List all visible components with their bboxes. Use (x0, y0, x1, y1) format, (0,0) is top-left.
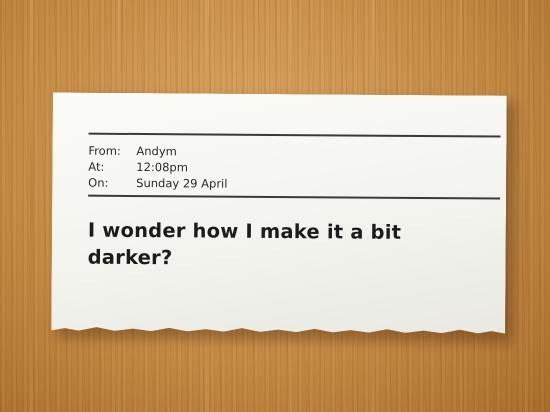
header-top-rule (89, 133, 501, 137)
at-row: At: 12:08pm (88, 159, 227, 176)
from-row: From: Andym (88, 143, 227, 160)
printed-message-slip: From: Andym At: 12:08pm On: Sunday 29 Ap… (51, 92, 507, 333)
on-value: Sunday 29 April (136, 176, 228, 191)
on-row: On: Sunday 29 April (88, 175, 227, 192)
message-metadata: From: Andym At: 12:08pm On: Sunday 29 Ap… (88, 143, 228, 192)
wood-grain-streak (30, 0, 33, 412)
from-label: From: (88, 143, 121, 158)
header-bottom-rule (88, 195, 500, 199)
wooden-desk-surface: From: Andym At: 12:08pm On: Sunday 29 Ap… (0, 0, 550, 412)
from-value: Andym (136, 144, 177, 159)
message-body: I wonder how I make it a bit darker? (87, 218, 402, 270)
on-label: On: (88, 175, 109, 190)
at-label: At: (88, 159, 105, 174)
wood-grain-streak (525, 0, 528, 412)
at-value: 12:08pm (136, 160, 189, 175)
